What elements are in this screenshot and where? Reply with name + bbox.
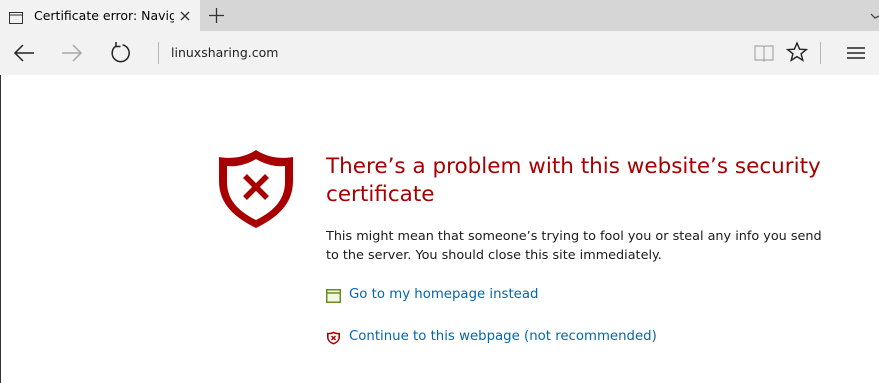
homepage-link[interactable]: Go to my homepage instead (349, 286, 538, 304)
navigation-bar: linuxsharing.com (0, 31, 879, 75)
tab-certificate-error[interactable]: Certificate error: Naviga (0, 0, 200, 31)
error-description: This might mean that someone’s trying to… (326, 229, 822, 263)
tab-strip: Certificate error: Naviga (0, 0, 879, 31)
browser-window: Certificate error: Naviga linuxsharing.c… (0, 0, 879, 383)
url-field[interactable]: linuxsharing.com (171, 45, 278, 60)
window-left-edge (0, 75, 1, 383)
toolbar-divider (820, 42, 821, 64)
back-arrow-icon[interactable] (12, 41, 36, 65)
address-divider (158, 42, 159, 64)
tab-title: Certificate error: Naviga (34, 8, 174, 23)
star-favorite-icon[interactable] (785, 41, 809, 63)
shield-x-small-icon (326, 330, 341, 345)
continue-link[interactable]: Continue to this webpage (not recommende… (349, 328, 657, 346)
shield-x-icon (214, 147, 298, 231)
new-tab-plus-icon[interactable] (208, 7, 225, 24)
page-icon (9, 9, 23, 24)
window-corner-icon (870, 7, 879, 19)
book-reading-view-icon[interactable] (753, 42, 775, 64)
hamburger-menu-icon[interactable] (845, 42, 867, 64)
refresh-icon[interactable] (108, 41, 132, 65)
close-icon[interactable] (178, 8, 192, 22)
forward-arrow-icon[interactable] (60, 41, 84, 65)
window-icon (326, 288, 341, 303)
error-title: There’s a problem with this website’s se… (326, 154, 821, 207)
